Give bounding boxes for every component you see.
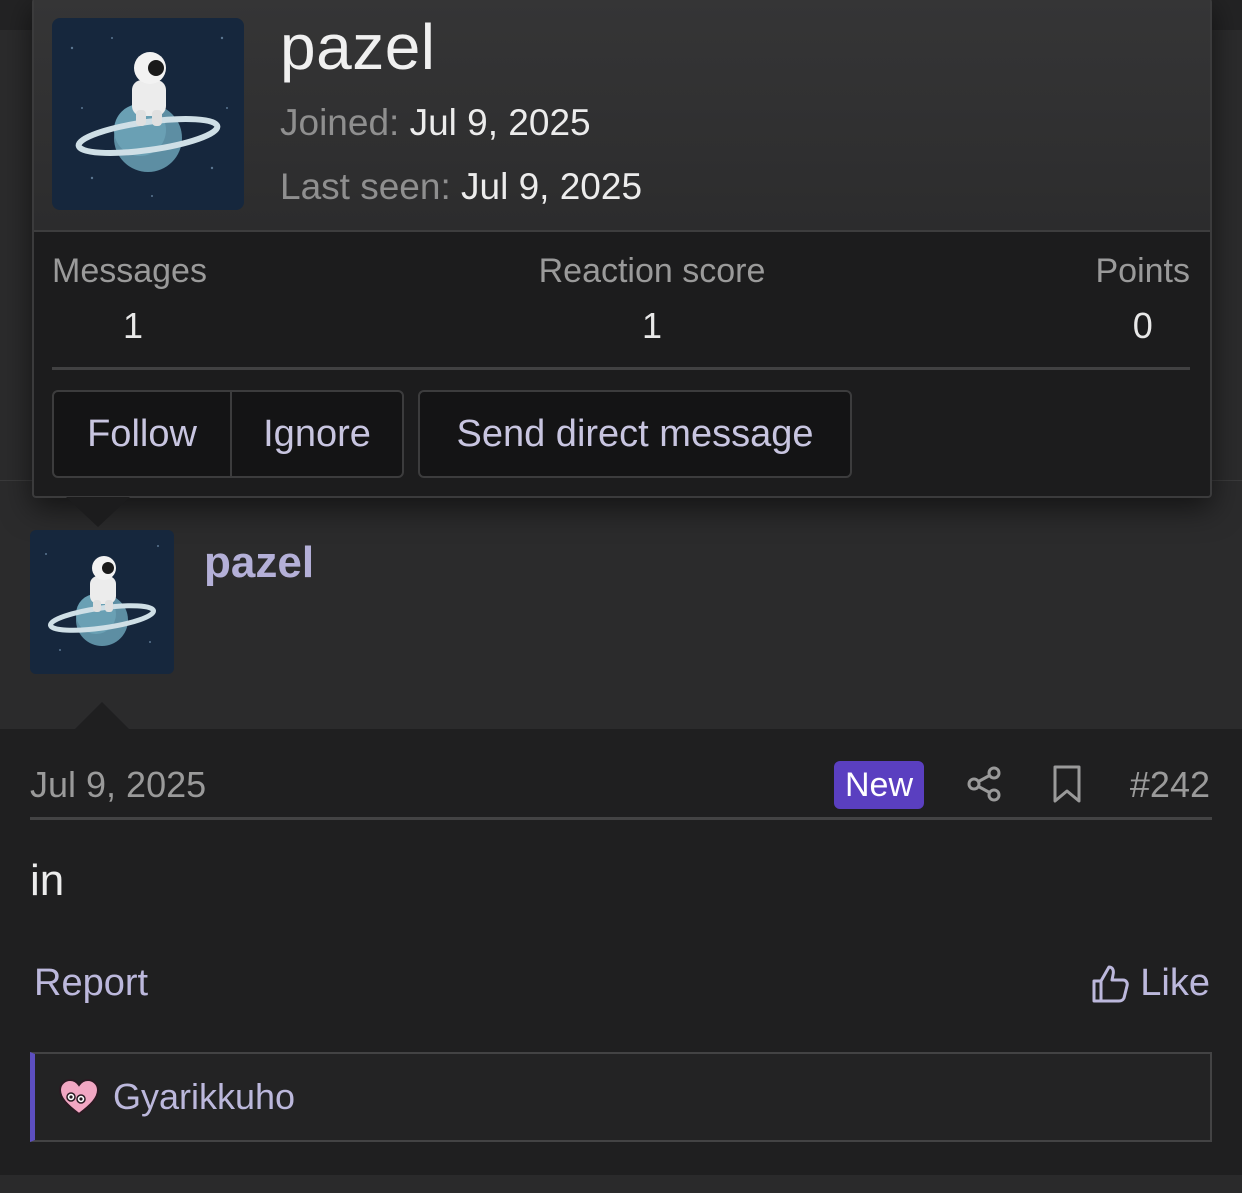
astronaut-avatar-icon xyxy=(52,18,244,210)
astronaut-avatar-icon xyxy=(30,530,174,674)
post-header-divider xyxy=(30,817,1212,820)
member-tooltip: pazel Joined: Jul 9, 2025 Last seen: Jul… xyxy=(32,0,1212,498)
post-arrow xyxy=(74,702,130,730)
stat-value: 1 xyxy=(641,305,663,346)
stat-label: Points xyxy=(1095,252,1191,290)
stat-reaction-score: Reaction score 1 xyxy=(532,252,772,347)
post-date[interactable]: Jul 9, 2025 xyxy=(30,764,206,806)
like-label: Like xyxy=(1140,962,1210,1004)
stat-value: 1 xyxy=(122,305,144,346)
post-number[interactable]: #242 xyxy=(1130,764,1210,806)
post-body: in xyxy=(30,856,65,905)
post-author-username[interactable]: pazel xyxy=(204,538,314,588)
member-username[interactable]: pazel xyxy=(280,10,436,84)
joined-date: Joined: Jul 9, 2025 xyxy=(280,102,591,144)
page: pazel Joined: Jul 9, 2025 Last seen: Jul… xyxy=(0,0,1242,1193)
last-seen-label: Last seen: xyxy=(280,166,451,207)
bottom-bar xyxy=(0,1175,1242,1193)
reactions-bar[interactable]: Gyarikkuho xyxy=(30,1052,1212,1142)
thumbs-up-icon xyxy=(1092,965,1130,1002)
last-seen: Last seen: Jul 9, 2025 xyxy=(280,166,642,208)
joined-label: Joined: xyxy=(280,102,400,143)
post-author-avatar[interactable] xyxy=(30,530,174,674)
follow-button[interactable]: Follow xyxy=(52,390,232,478)
post-user-area xyxy=(0,481,1242,729)
send-direct-message-button[interactable]: Send direct message xyxy=(418,390,852,478)
report-link[interactable]: Report xyxy=(34,962,148,1005)
ignore-button[interactable]: Ignore xyxy=(230,390,404,478)
stat-points[interactable]: Points 0 xyxy=(1096,252,1191,347)
stat-value: 0 xyxy=(1132,305,1153,346)
joined-value: Jul 9, 2025 xyxy=(409,102,591,143)
member-stats: Messages 1 Reaction score 1 Points 0 xyxy=(52,252,1190,370)
reaction-user-link[interactable]: Gyarikkuho xyxy=(113,1076,295,1118)
tooltip-arrow xyxy=(66,497,130,527)
last-seen-value: Jul 9, 2025 xyxy=(461,166,643,207)
new-badge: New xyxy=(834,761,924,809)
like-button[interactable]: Like xyxy=(1090,962,1210,1005)
avatar[interactable] xyxy=(52,18,244,210)
stat-label: Reaction score xyxy=(538,252,766,290)
stat-messages[interactable]: Messages 1 xyxy=(52,252,214,347)
heart-icon xyxy=(58,1078,100,1116)
member-tooltip-header: pazel Joined: Jul 9, 2025 Last seen: Jul… xyxy=(34,0,1210,232)
share-icon[interactable] xyxy=(964,764,1004,804)
bookmark-icon[interactable] xyxy=(1050,764,1084,804)
stat-label: Messages xyxy=(52,252,207,290)
